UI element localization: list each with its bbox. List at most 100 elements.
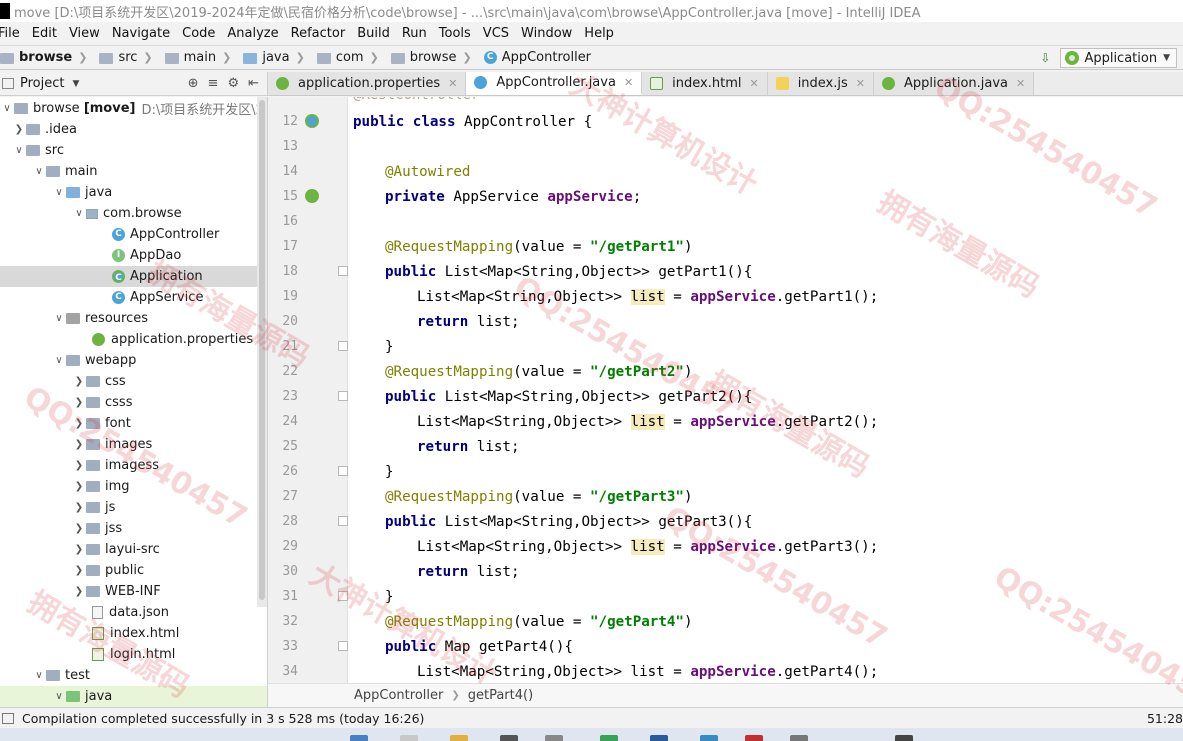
menu-vcs[interactable]: VCS	[477, 26, 515, 41]
tree-item[interactable]: ❯ js	[72, 497, 116, 518]
chevron-right-icon[interactable]: ❯	[72, 502, 86, 513]
nav-crumb-java[interactable]: java ❯	[239, 50, 312, 65]
chevron-right-icon[interactable]: ❯	[72, 544, 86, 555]
chevron-right-icon[interactable]: ❯	[72, 481, 86, 492]
tree-item[interactable]: ❯ WEB-INF	[72, 581, 161, 602]
menu-tools[interactable]: Tools	[433, 26, 477, 41]
menu-navigate[interactable]: Navigate	[106, 26, 176, 41]
menu-file[interactable]: File	[0, 26, 26, 41]
tool-windows-icon[interactable]	[2, 712, 14, 724]
tree-item-root[interactable]: ∨ browse [move] D:\项目系统开发区\2019-	[0, 98, 267, 119]
close-icon[interactable]: ✕	[749, 77, 758, 90]
taskbar-app-icon[interactable]	[450, 735, 468, 741]
taskbar-app-icon[interactable]	[500, 735, 518, 741]
nav-crumb-com[interactable]: com ❯	[313, 50, 387, 65]
taskbar-app-icon[interactable]	[400, 735, 418, 741]
tree-item[interactable]: ❯ images	[72, 434, 152, 455]
tree-item[interactable]: ❯ csss	[72, 392, 133, 413]
tree-item[interactable]: ∨ main	[32, 161, 97, 182]
chevron-down-icon[interactable]: ∨	[52, 187, 66, 198]
breadcrumb-method[interactable]: getPart4()	[468, 688, 533, 703]
nav-crumb-browse-pkg[interactable]: browse ❯	[387, 50, 480, 65]
tree-item[interactable]: ❯ .idea	[12, 119, 77, 140]
chevron-right-icon[interactable]: ❯	[72, 439, 86, 450]
collapse-all-icon[interactable]: ≡	[208, 76, 219, 91]
menu-refactor[interactable]: Refactor	[285, 26, 352, 41]
tree-item[interactable]: application.properties	[92, 329, 253, 350]
taskbar-app-icon[interactable]	[600, 735, 618, 741]
menu-analyze[interactable]: Analyze	[221, 26, 284, 41]
chevron-down-icon[interactable]: ∨	[0, 103, 14, 114]
menu-edit[interactable]: Edit	[26, 26, 63, 41]
nav-crumb-appcontroller[interactable]: C AppController	[480, 50, 595, 65]
nav-crumb-browse[interactable]: browse ❯	[0, 50, 95, 65]
tree-item[interactable]: ❯ public	[72, 560, 144, 581]
close-icon[interactable]: ✕	[1016, 77, 1025, 90]
spring-bean-class-icon[interactable]	[305, 114, 319, 128]
tree-item[interactable]: ∨ resources	[52, 308, 148, 329]
tree-item-selected[interactable]: C Application	[0, 266, 267, 287]
tree-item[interactable]: ❯ img	[72, 476, 130, 497]
chevron-down-icon[interactable]: ∨	[52, 355, 66, 366]
tree-item[interactable]: ∨ webapp	[52, 350, 136, 371]
taskbar-app-icon[interactable]	[350, 735, 368, 741]
project-panel-title[interactable]: Project	[20, 76, 64, 91]
code-editor[interactable]: @RestController 12 public class AppContr…	[268, 97, 1183, 683]
tree-item[interactable]: ❯ css	[72, 371, 126, 392]
tree-item[interactable]: ∨ test	[32, 665, 90, 686]
chevron-down-icon[interactable]: ∨	[32, 166, 46, 177]
tree-item[interactable]: ❯ layui-src	[72, 539, 160, 560]
menu-help[interactable]: Help	[578, 26, 620, 41]
fold-icon[interactable]	[338, 641, 348, 651]
fold-icon[interactable]	[338, 391, 348, 401]
close-icon[interactable]: ✕	[624, 76, 633, 89]
tab-index-js[interactable]: index.js ✕	[767, 72, 874, 95]
chevron-right-icon[interactable]: ❯	[72, 586, 86, 597]
fold-icon[interactable]	[338, 516, 348, 526]
close-icon[interactable]: ✕	[856, 77, 865, 90]
menu-view[interactable]: View	[63, 26, 106, 41]
tree-item[interactable]: I AppDao	[112, 245, 181, 266]
tree-item[interactable]: ❯ imagess	[72, 455, 159, 476]
fold-icon[interactable]	[338, 341, 348, 351]
tab-index-html[interactable]: index.html ✕	[642, 72, 768, 95]
chevron-right-icon[interactable]: ❯	[72, 376, 86, 387]
tab-appcontroller-java[interactable]: AppController.java ✕	[466, 72, 643, 95]
taskbar-app-icon[interactable]	[700, 735, 718, 741]
tree-item[interactable]: ∨ java	[52, 182, 112, 203]
nav-crumb-src[interactable]: src ❯	[95, 50, 160, 65]
chevron-right-icon[interactable]: ❯	[72, 418, 86, 429]
tab-application-properties[interactable]: application.properties ✕	[268, 72, 467, 95]
chevron-down-icon[interactable]: ∨	[52, 313, 66, 324]
breadcrumb-class[interactable]: AppController	[354, 688, 443, 703]
tree-scrollbar-thumb[interactable]	[259, 100, 265, 600]
hide-panel-icon[interactable]: ⇤	[248, 76, 259, 91]
menu-window[interactable]: Window	[515, 26, 578, 41]
menu-run[interactable]: Run	[396, 26, 433, 41]
run-config-dropdown[interactable]: Application ▼	[1060, 48, 1177, 68]
chevron-right-icon[interactable]: ❯	[72, 565, 86, 576]
tree-item[interactable]: login.html	[92, 644, 175, 665]
fold-icon[interactable]	[338, 266, 348, 276]
taskbar-app-icon[interactable]	[545, 735, 563, 741]
fold-icon[interactable]	[338, 466, 348, 476]
taskbar-app-icon[interactable]	[650, 735, 668, 741]
chevron-down-icon[interactable]: ∨	[52, 691, 66, 702]
tree-item[interactable]: ∨ com.browse	[72, 203, 181, 224]
chevron-right-icon[interactable]: ❯	[72, 460, 86, 471]
tree-item[interactable]: ❯ jss	[72, 518, 122, 539]
chevron-down-icon[interactable]: ∨	[32, 670, 46, 681]
chevron-down-icon[interactable]: ∨	[12, 145, 26, 156]
taskbar-app-icon[interactable]	[745, 735, 763, 741]
chevron-down-icon[interactable]: ∨	[72, 208, 86, 219]
nav-crumb-main[interactable]: main ❯	[161, 50, 240, 65]
tree-item[interactable]: ❯ font	[72, 413, 131, 434]
tree-item[interactable]: C AppController	[112, 224, 219, 245]
tree-item[interactable]: index.html	[92, 623, 179, 644]
tree-item[interactable]: ∨ java	[0, 686, 267, 707]
tab-application-java[interactable]: Application.java ✕	[874, 72, 1035, 95]
navigate-to-bean-icon[interactable]	[305, 189, 319, 203]
menu-build[interactable]: Build	[351, 26, 396, 41]
locate-file-icon[interactable]: ⊕	[188, 76, 199, 91]
tree-item[interactable]: ∨ src	[12, 140, 64, 161]
